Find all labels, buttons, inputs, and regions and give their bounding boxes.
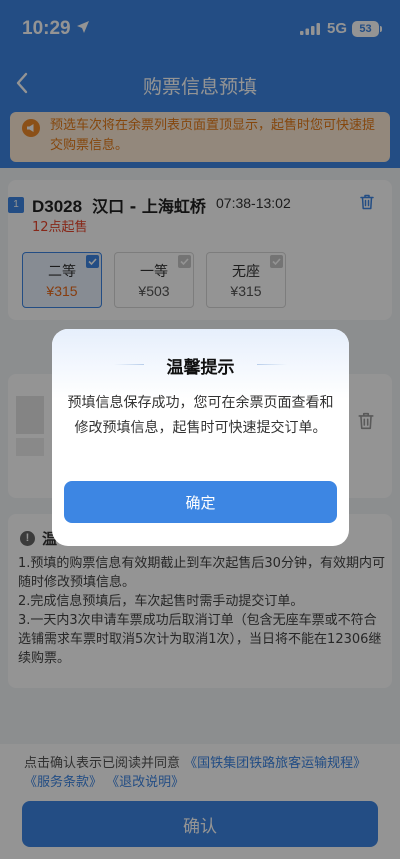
dialog-ok-button[interactable]: 确定 <box>64 481 337 523</box>
dialog-title: 温馨提示 <box>166 358 235 378</box>
dialog-message: 预填信息保存成功，您可在余票页面查看和修改预填信息，起售时可快速提交订单。 <box>67 395 334 436</box>
tips-dialog: 温馨提示 预填信息保存成功，您可在余票页面查看和修改预填信息，起售时可快速提交订… <box>52 329 349 546</box>
